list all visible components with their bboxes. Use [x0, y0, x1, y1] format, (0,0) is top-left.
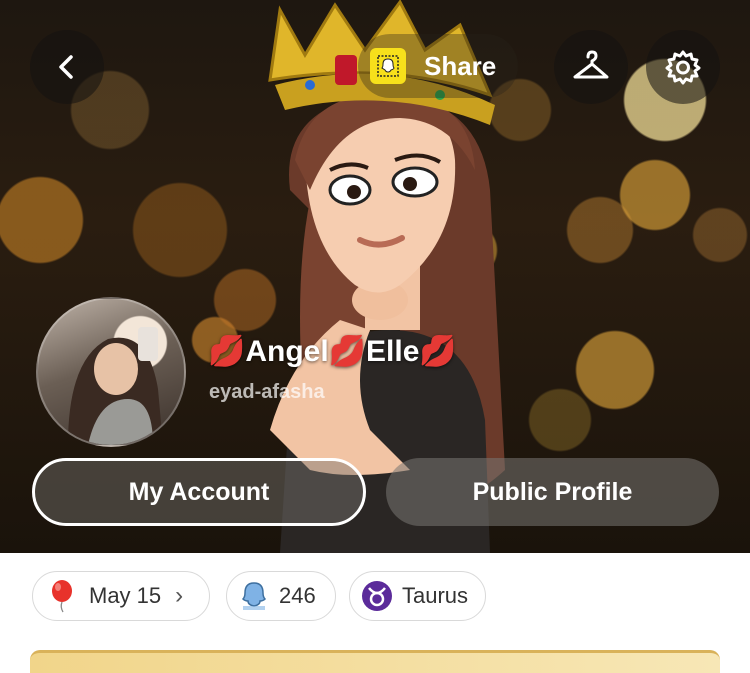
gear-icon: [665, 50, 701, 85]
taurus-icon: [362, 581, 392, 611]
display-name: 💋Angel💋Elle💋: [208, 335, 457, 368]
back-button[interactable]: [30, 30, 104, 104]
tab-my-account[interactable]: My Account: [32, 458, 366, 526]
profile-hero-background: Share 💋Angel💋Elle💋 eyad-afasha My Accoun…: [0, 0, 750, 553]
birthday-chip[interactable]: May 15 ›: [32, 571, 210, 621]
share-button[interactable]: Share: [358, 34, 518, 98]
share-label: Share: [424, 50, 497, 81]
chevron-right-icon: ›: [175, 582, 184, 609]
zodiac-label: Taurus: [402, 583, 469, 608]
snapcode-icon: [370, 48, 406, 84]
username: eyad-afasha: [209, 381, 325, 403]
wardrobe-button[interactable]: [554, 30, 628, 104]
ghost-icon: [241, 582, 267, 610]
settings-button[interactable]: [646, 30, 720, 104]
birthday-label: May 15: [89, 583, 162, 608]
zodiac-chip[interactable]: Taurus: [349, 571, 486, 621]
snap-score-chip[interactable]: 246: [226, 571, 336, 621]
snap-score-label: 246: [279, 583, 316, 608]
profile-photo[interactable]: [36, 297, 186, 447]
hanger-icon: [573, 50, 609, 79]
chevron-left-icon: [59, 55, 73, 79]
balloon-icon: [52, 580, 72, 613]
bottom-card-edge: [30, 650, 720, 673]
tab-public-profile[interactable]: Public Profile: [386, 458, 719, 526]
